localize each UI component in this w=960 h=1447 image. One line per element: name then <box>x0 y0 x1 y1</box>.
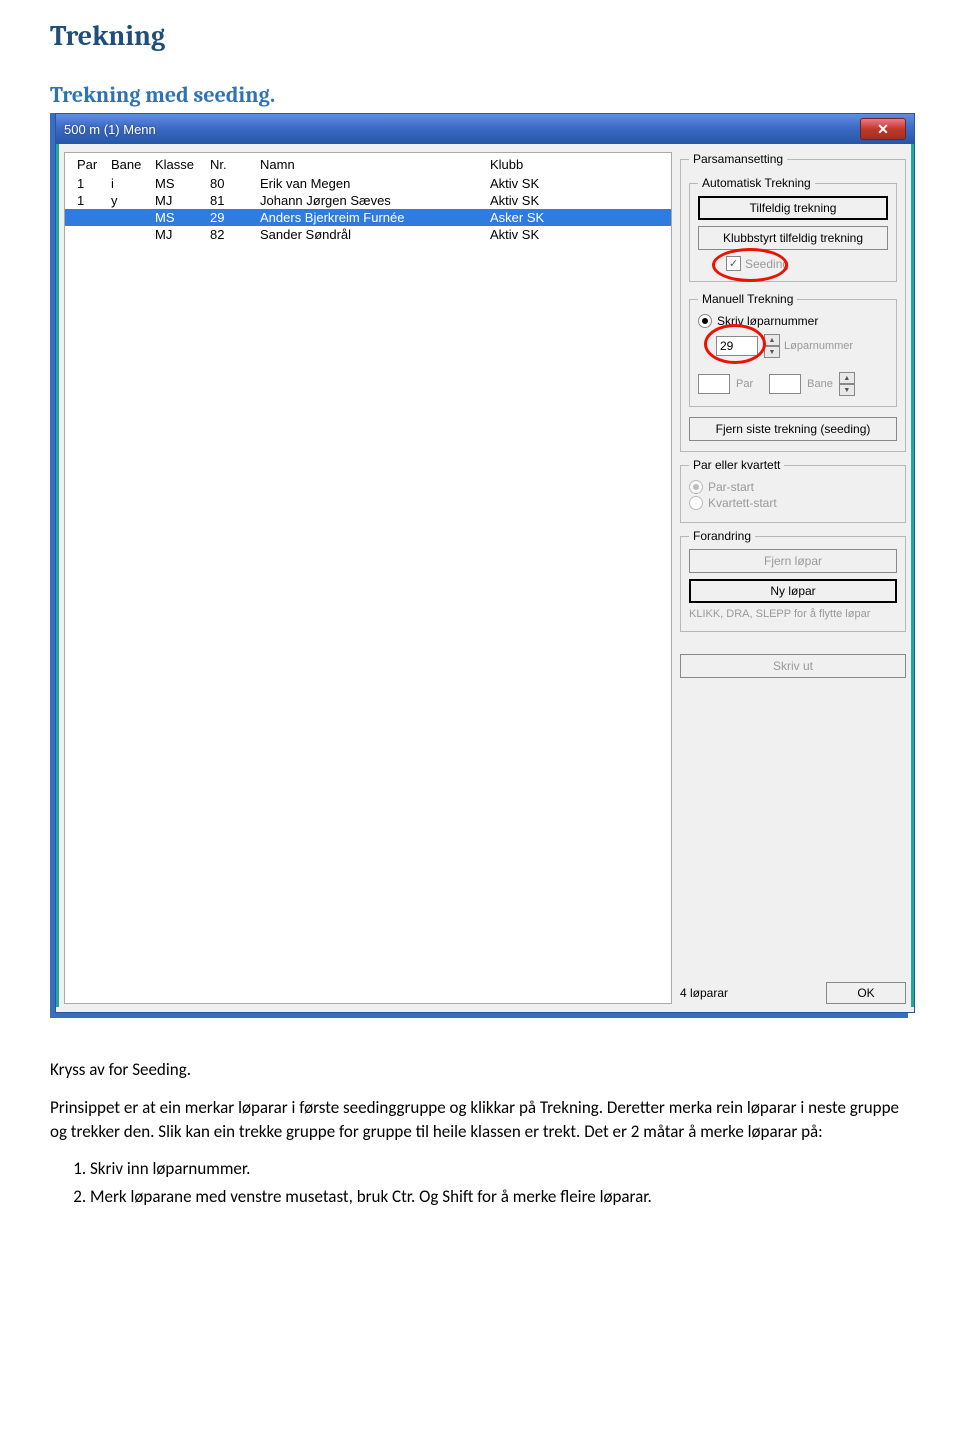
paragraph: Prinsippet er at ein merkar løparar i fø… <box>50 1096 910 1144</box>
skriv-ut-button[interactable]: Skriv ut <box>680 654 906 678</box>
cell: Asker SK <box>490 209 630 226</box>
runner-count: 4 løparar <box>680 986 728 1000</box>
loparnummer-spinner[interactable]: ▲ ▼ <box>764 334 778 358</box>
group-manuell-trekning: Manuell Trekning Skriv løparnummer 29 ▲ … <box>689 292 897 407</box>
spinner-down-icon[interactable]: ▼ <box>764 346 780 358</box>
group-label: Par eller kvartett <box>689 458 784 472</box>
section-title: Trekning med seeding. <box>50 82 910 108</box>
fjern-siste-trekning-button[interactable]: Fjern siste trekning (seeding) <box>689 417 897 441</box>
cell <box>77 209 111 226</box>
tilfeldig-trekning-button[interactable]: Tilfeldig trekning <box>698 196 888 220</box>
spinner-up-icon[interactable]: ▲ <box>764 334 780 346</box>
group-label: Manuell Trekning <box>698 292 797 306</box>
cell <box>111 209 155 226</box>
table-row[interactable]: MS29Anders Bjerkreim FurnéeAsker SK <box>65 209 671 226</box>
par-input[interactable] <box>698 374 730 394</box>
drag-hint: KLIKK, DRA, SLEPP for å flytte løpar <box>689 607 897 621</box>
cell: MS <box>155 209 210 226</box>
group-par-kvartett: Par eller kvartett Par-start Kvartett-st… <box>680 458 906 523</box>
edge-decoration <box>911 144 914 1007</box>
cell <box>77 226 111 243</box>
cell: 1 <box>77 175 111 192</box>
skriv-loparnummer-radio[interactable] <box>698 314 712 328</box>
group-parsamansetting: Parsamansetting Automatisk Trekning Tilf… <box>680 152 906 452</box>
cell: Sander Søndrål <box>260 226 490 243</box>
col-klasse: Klasse <box>155 157 210 172</box>
group-label: Automatisk Trekning <box>698 176 815 190</box>
cell: 1 <box>77 192 111 209</box>
cell: y <box>111 192 155 209</box>
cell <box>111 226 155 243</box>
field-label: Par <box>736 378 753 390</box>
cell: Erik van Megen <box>260 175 490 192</box>
ny-lopar-button[interactable]: Ny løpar <box>689 579 897 603</box>
table-row[interactable]: 1iMS80Erik van MegenAktiv SK <box>65 175 671 192</box>
paragraph: Kryss av for Seeding. <box>50 1058 910 1082</box>
radio-label: Par-start <box>708 480 754 494</box>
par-start-radio <box>689 480 703 494</box>
ok-button[interactable]: OK <box>826 982 906 1004</box>
col-bane: Bane <box>111 157 155 172</box>
dialog-window: 500 m (1) Menn ✕ Par Bane Klasse Nr. Nam… <box>55 113 915 1013</box>
col-nr: Nr. <box>210 157 260 172</box>
annotation-circle <box>704 324 766 364</box>
cell: Anders Bjerkreim Furnée <box>260 209 490 226</box>
cell: MS <box>155 175 210 192</box>
annotation-circle <box>712 248 788 282</box>
cell: 80 <box>210 175 260 192</box>
spinner-down-icon[interactable]: ▼ <box>839 384 855 396</box>
list-item: Skriv inn løparnummer. <box>90 1157 910 1181</box>
cell: MJ <box>155 192 210 209</box>
close-button[interactable]: ✕ <box>860 118 906 140</box>
cell: i <box>111 175 155 192</box>
bane-spinner[interactable]: ▲ ▼ <box>839 372 853 396</box>
cell: Aktiv SK <box>490 175 630 192</box>
group-label: Parsamansetting <box>689 152 787 166</box>
window-title: 500 m (1) Menn <box>64 122 156 137</box>
cell: 29 <box>210 209 260 226</box>
klubbstyrt-trekning-button[interactable]: Klubbstyrt tilfeldig trekning <box>698 226 888 250</box>
cell: 81 <box>210 192 260 209</box>
list-header-row: Par Bane Klasse Nr. Namn Klubb <box>65 153 671 175</box>
cell: Aktiv SK <box>490 192 630 209</box>
runner-list[interactable]: Par Bane Klasse Nr. Namn Klubb 1iMS80Eri… <box>64 152 672 1004</box>
fjern-lopar-button[interactable]: Fjern løpar <box>689 549 897 573</box>
bane-input[interactable] <box>769 374 801 394</box>
col-klubb: Klubb <box>490 157 630 172</box>
field-label: Løparnummer <box>784 340 853 352</box>
titlebar: 500 m (1) Menn ✕ <box>56 114 914 144</box>
table-row[interactable]: MJ82Sander SøndrålAktiv SK <box>65 226 671 243</box>
close-icon: ✕ <box>877 121 889 138</box>
page-title: Trekning <box>50 20 910 52</box>
col-namn: Namn <box>260 157 490 172</box>
kvartett-start-radio <box>689 496 703 510</box>
radio-label: Kvartett-start <box>708 496 777 510</box>
edge-decoration <box>56 144 59 1007</box>
table-row[interactable]: 1yMJ81Johann Jørgen SævesAktiv SK <box>65 192 671 209</box>
cell: Johann Jørgen Sæves <box>260 192 490 209</box>
col-par: Par <box>77 157 111 172</box>
cell: Aktiv SK <box>490 226 630 243</box>
cell: MJ <box>155 226 210 243</box>
field-label: Bane <box>807 378 833 390</box>
list-item: Merk løparane med venstre musetast, bruk… <box>90 1185 910 1209</box>
cell: 82 <box>210 226 260 243</box>
spinner-up-icon[interactable]: ▲ <box>839 372 855 384</box>
group-forandring: Forandring Fjern løpar Ny løpar KLIKK, D… <box>680 529 906 632</box>
group-auto-trekning: Automatisk Trekning Tilfeldig trekning K… <box>689 176 897 282</box>
group-label: Forandring <box>689 529 755 543</box>
